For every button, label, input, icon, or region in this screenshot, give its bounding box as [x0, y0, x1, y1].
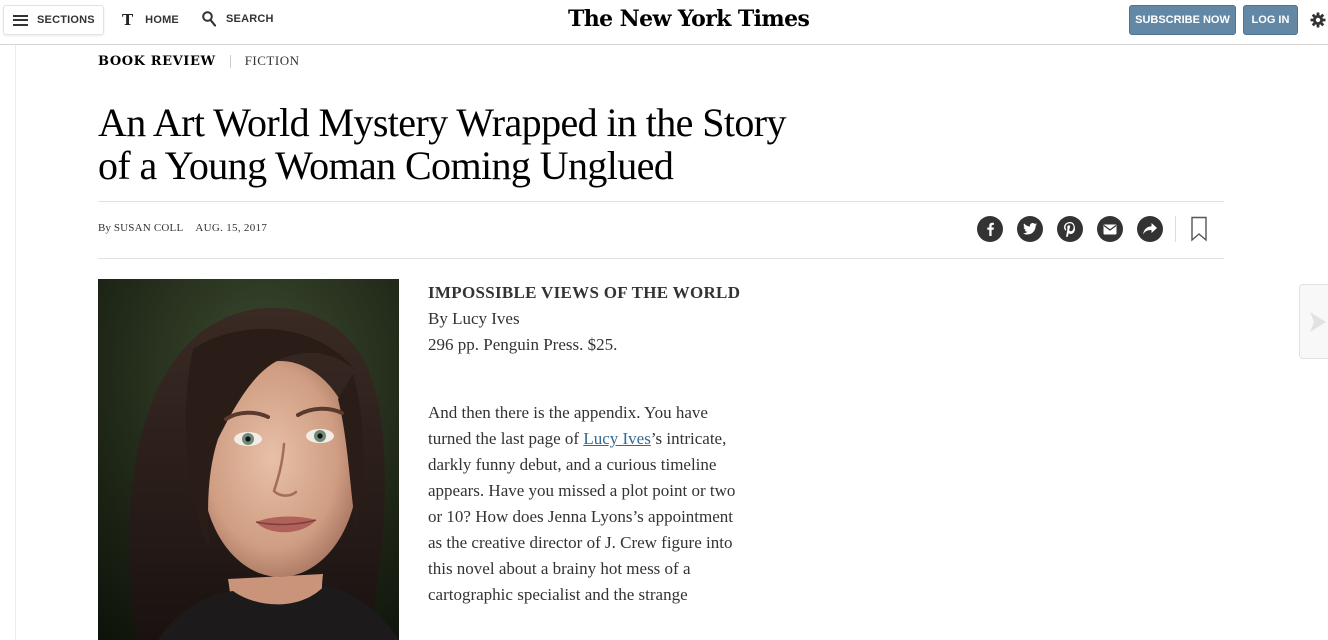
facebook-icon[interactable]: [977, 216, 1003, 242]
header-divider-bottom: [98, 258, 1224, 259]
byline-prefix: By: [98, 222, 111, 234]
kicker-divider: [229, 54, 231, 68]
chevron-right-icon: [1310, 311, 1326, 332]
section-link-fiction[interactable]: FICTION: [245, 53, 300, 69]
search-button[interactable]: SEARCH: [202, 11, 274, 27]
share-tools: [977, 216, 1208, 242]
subscribe-button[interactable]: SUBSCRIBE NOW: [1129, 5, 1236, 35]
book-info: IMPOSSIBLE VIEWS OF THE WORLD By Lucy Iv…: [428, 280, 748, 358]
search-icon: [202, 11, 216, 27]
byline: By SUSAN COLL AUG. 15, 2017: [98, 222, 267, 234]
login-button[interactable]: LOG IN: [1243, 5, 1298, 35]
article-kicker: BOOK REVIEW FICTION: [98, 53, 299, 69]
search-label: SEARCH: [226, 13, 274, 25]
byline-author[interactable]: SUSAN COLL: [114, 222, 184, 234]
paragraph-text-end: ’s intricate, darkly funny debut, and a …: [428, 429, 736, 604]
twitter-icon[interactable]: [1017, 216, 1043, 242]
page-edge-divider: [15, 45, 16, 640]
sections-button[interactable]: SECTIONS: [3, 5, 104, 35]
home-button[interactable]: T HOME: [122, 11, 179, 29]
article-paragraph: And then there is the appendix. You have…: [428, 400, 743, 608]
author-photo: [98, 279, 399, 640]
hamburger-icon: [13, 14, 28, 26]
email-icon[interactable]: [1097, 216, 1123, 242]
book-author: By Lucy Ives: [428, 309, 520, 328]
book-details: 296 pp. Penguin Press. $25.: [428, 335, 618, 354]
sections-label: SECTIONS: [37, 14, 95, 26]
share-divider: [1175, 216, 1176, 242]
next-article-tab[interactable]: [1299, 284, 1328, 359]
nyt-t-icon: T: [122, 11, 134, 29]
book-title: IMPOSSIBLE VIEWS OF THE WORLD: [428, 283, 741, 302]
bookmark-icon[interactable]: [1190, 216, 1208, 242]
author-link-lucy-ives[interactable]: Lucy Ives: [583, 429, 651, 448]
nyt-logo[interactable]: The New York Times: [568, 6, 810, 32]
pinterest-icon[interactable]: [1057, 216, 1083, 242]
section-link-book-review[interactable]: BOOK REVIEW: [98, 54, 216, 69]
header-divider-top: [98, 201, 1224, 202]
publish-date: AUG. 15, 2017: [195, 222, 268, 234]
gear-icon[interactable]: [1310, 12, 1326, 28]
masthead: SECTIONS T HOME SEARCH The New York Time…: [0, 0, 1328, 45]
article-headline: An Art World Mystery Wrapped in the Stor…: [98, 100, 787, 188]
home-label: HOME: [145, 14, 179, 26]
share-icon[interactable]: [1137, 216, 1163, 242]
